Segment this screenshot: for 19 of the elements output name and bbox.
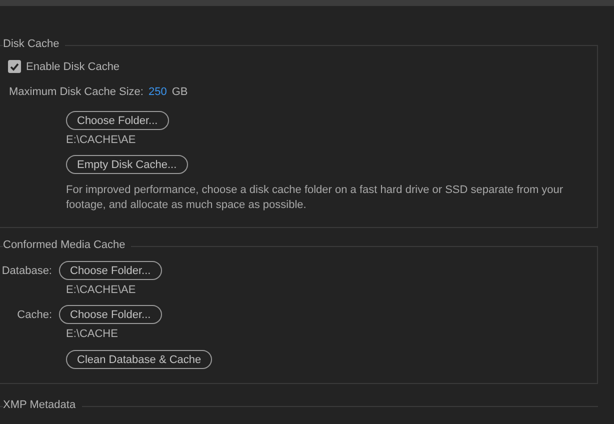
choose-folder-button[interactable]: Choose Folder... xyxy=(59,305,162,324)
folder-path: E:\CACHE xyxy=(66,328,118,340)
choose-folder-button[interactable]: Choose Folder... xyxy=(59,261,162,280)
folder-path: E:\CACHE\AE xyxy=(66,134,136,146)
choose-folder-button[interactable]: Choose Folder... xyxy=(66,111,169,130)
section-title: Disk Cache xyxy=(3,38,66,50)
max-cache-size-label: Maximum Disk Cache Size: xyxy=(9,86,144,98)
field-label: Cache: xyxy=(16,308,53,320)
checkbox[interactable] xyxy=(8,60,21,73)
cache-size-value[interactable]: 250 xyxy=(148,86,167,98)
clean-cache-button[interactable]: Clean Database & Cache xyxy=(66,350,212,369)
size-unit: GB xyxy=(172,86,188,98)
section-title: Conformed Media Cache xyxy=(3,239,132,251)
checkbox-label: Enable Disk Cache xyxy=(26,60,120,72)
description-text: For improved performance, choose a disk cache folder on a fast hard drive or SSD separate from your footage, and allocate as much space as possible. xyxy=(66,183,564,213)
section-title: XMP Metadata xyxy=(3,399,82,411)
folder-path: E:\CACHE\AE xyxy=(66,284,136,296)
field-label: Database: xyxy=(0,264,53,276)
empty-cache-button[interactable]: Empty Disk Cache... xyxy=(66,155,188,174)
